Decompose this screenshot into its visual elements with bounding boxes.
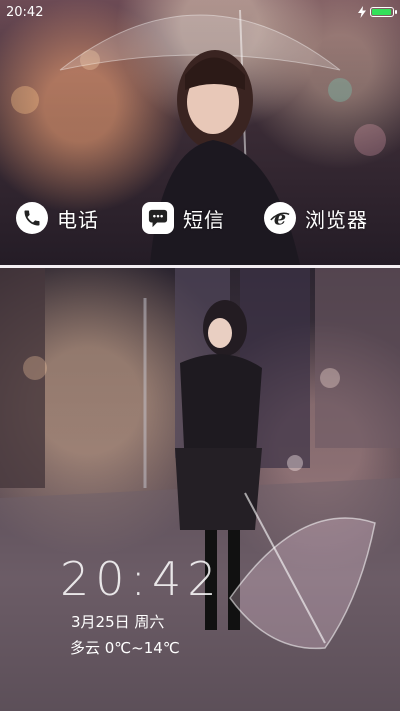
lock-date: 3月25日 周六	[71, 613, 165, 631]
message-label: 短信	[183, 207, 225, 232]
bottom-wallpaper-art	[0, 268, 400, 711]
battery-level-fill	[372, 9, 391, 15]
bottom-wallpaper	[0, 268, 400, 711]
phone-label: 电话	[57, 207, 99, 232]
status-time: 20:42	[6, 4, 44, 20]
phone-icon	[16, 202, 48, 234]
shortcut-dock: 电话 短信 e 浏览器	[0, 198, 400, 238]
lock-clock: 20:42	[60, 552, 223, 606]
charging-icon	[358, 6, 366, 18]
message-shortcut[interactable]: 短信	[142, 198, 225, 238]
status-indicators	[358, 6, 397, 18]
browser-label: 浏览器	[305, 207, 368, 232]
browser-shortcut[interactable]: e 浏览器	[264, 198, 368, 238]
browser-icon: e	[264, 202, 296, 234]
lock-weather: 多云 0℃~14℃	[70, 639, 180, 657]
message-icon	[142, 202, 174, 234]
status-bar: 20:42	[0, 0, 400, 24]
svg-text:e: e	[274, 207, 286, 229]
battery-icon	[370, 7, 397, 17]
phone-shortcut[interactable]: 电话	[16, 198, 99, 238]
